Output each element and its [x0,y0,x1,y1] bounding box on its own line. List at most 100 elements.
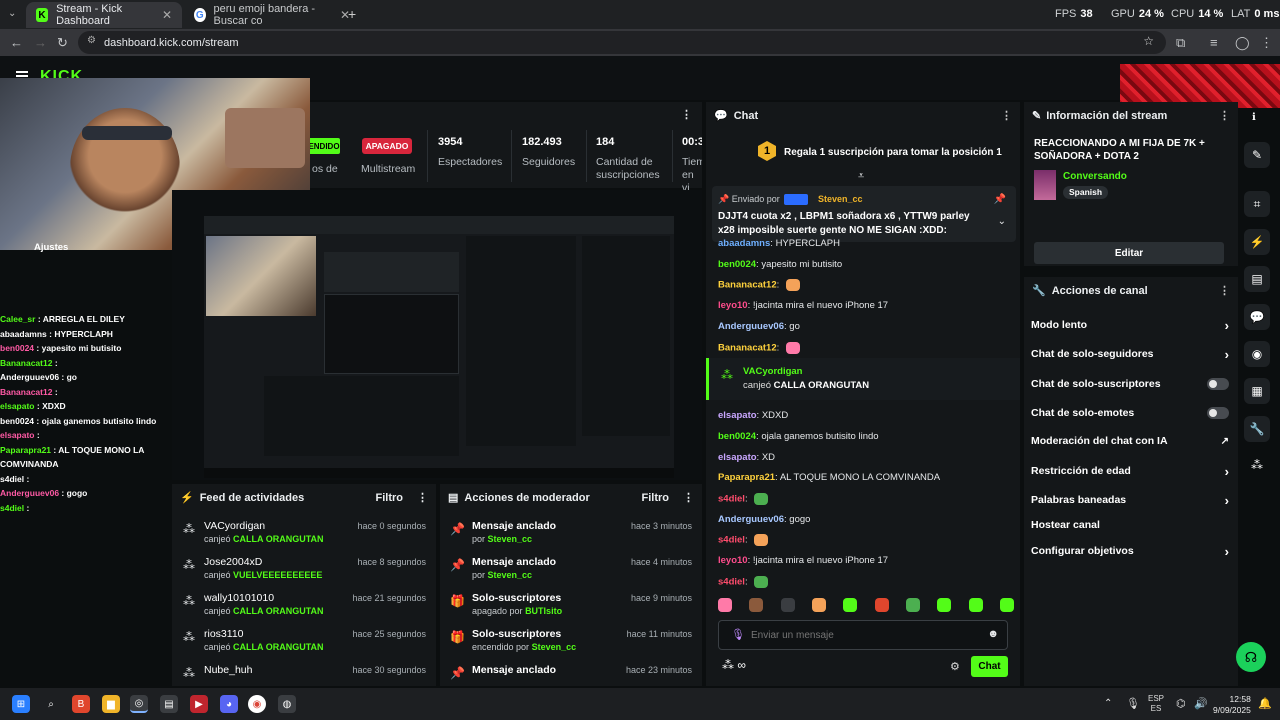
channel-action-row[interactable]: Hostear canal [1031,515,1229,535]
chat-username[interactable]: ben0024 [718,259,756,270]
activity-row[interactable]: ⁂ VACyordigan canjeó CALLA ORANGUTAN hace 0… [172,514,436,550]
chat-message[interactable]: Bananacat12: [718,279,800,291]
chat-message[interactable]: abaadamns: HYPERCLAPH [718,238,840,249]
mod-action-row[interactable]: 📌 Mensaje anclado por Steven_cc hace 3 minu… [440,514,702,550]
url-input[interactable]: ⚙ dashboard.kick.com/stream ☆ [78,31,1166,54]
chat-message[interactable]: s4diel: [718,576,769,588]
mic-icon[interactable]: 🎙 [731,628,745,641]
scan-icon[interactable]: ⌗ [1244,191,1270,217]
clipboard-icon[interactable]: ▤ [1244,266,1270,292]
forward-icon[interactable]: → [34,35,47,50]
support-headset-icon[interactable]: ☊ [1236,642,1266,672]
bolt-icon[interactable]: ⚡ [1244,229,1270,255]
tray-chevron-icon[interactable]: ⌃ [1104,698,1112,709]
stream-info-menu-icon[interactable]: ⋮ [1219,109,1230,122]
toggle-switch[interactable] [1207,378,1229,390]
emote-icon[interactable] [780,598,795,612]
emoji-picker-icon[interactable]: ☻ [987,628,999,640]
chat-message[interactable]: Anderguuev06: gogo [718,514,810,525]
volume-icon[interactable]: 🔊 [1194,697,1208,710]
bookmark-star-icon[interactable]: ☆ [1143,34,1154,48]
chat-username[interactable]: leyo10 [718,555,748,566]
toggle-switch[interactable] [1207,407,1229,419]
chat-username[interactable]: Anderguuev06 [718,514,784,525]
obs-icon[interactable]: ◎ [130,695,148,713]
channel-action-row[interactable]: Chat de solo-emotes [1031,403,1229,423]
windows-start-icon[interactable]: ⊞ [12,695,30,713]
emote-icon[interactable] [749,598,764,612]
emote-icon[interactable] [999,598,1014,612]
chat-input[interactable]: 🎙 ☻ [718,620,1008,650]
mod-menu-icon[interactable]: ⋮ [683,491,694,504]
stats-menu-icon[interactable]: ⋮ [681,108,692,121]
collapse-banner-icon[interactable]: ⩡ [858,170,864,183]
points-icon[interactable]: ⁂ [1251,458,1263,472]
emote-icon[interactable] [874,598,889,612]
network-icon[interactable]: ⌬ [1176,697,1186,710]
channel-action-row[interactable]: Chat de solo-suscriptores [1031,374,1229,394]
send-chat-button[interactable]: Chat [971,656,1008,677]
chat-message[interactable]: ben0024: yapesito mi butisito [718,259,842,270]
channel-action-row[interactable]: Restricción de edad › [1031,461,1229,481]
chat-username[interactable]: abaadamns [718,238,770,249]
extensions-icon[interactable]: ⧉ [1176,35,1185,51]
file-explorer-icon[interactable]: ▆ [102,695,120,713]
mod-action-row[interactable]: 📌 Mensaje anclado por Steven_cc hace 4 minu… [440,550,702,586]
chat-message[interactable]: leyo10: !jacinta mira el nuevo iPhone 17 [718,300,888,311]
chat-settings-icon[interactable]: ⚙ [950,660,960,673]
layout-icon[interactable]: ▦ [1244,378,1270,404]
chat-message[interactable]: s4diel: [718,493,769,505]
chrome-icon[interactable]: ◉ [248,695,266,713]
channel-action-row[interactable]: Configurar objetivos › [1031,541,1229,561]
chat-message[interactable]: leyo10: !jacinta mira el nuevo iPhone 17 [718,555,888,566]
info-icon[interactable]: ℹ [1252,112,1256,123]
unpin-icon[interactable]: 📌 [994,194,1006,205]
activity-menu-icon[interactable]: ⋮ [417,491,428,504]
reload-icon[interactable]: ↻ [57,35,68,51]
tab-google-search[interactable]: G peru emoji bandera - Buscar co ✕ [184,2,360,28]
expand-icon[interactable]: ⌄ [998,216,1006,227]
emote-icon[interactable] [718,598,732,612]
profile-icon[interactable]: ◯ [1235,35,1250,51]
new-tab-button[interactable]: + [348,6,356,22]
chat-message[interactable]: elsapato: XD [718,452,775,463]
app-icon[interactable]: ▤ [160,695,178,713]
chat-username[interactable]: elsapato [718,410,757,421]
emote-icon[interactable] [968,598,983,612]
site-info-icon[interactable]: ⚙ [87,35,96,46]
menu-icon[interactable]: ⋮ [1260,35,1273,51]
app2-icon[interactable]: ◍ [278,695,296,713]
clock[interactable]: 12:58 9/09/2025 [1213,694,1251,716]
chat-username[interactable]: s4diel [718,494,745,505]
chat-message[interactable]: Anderguuev06: go [718,321,800,332]
chat-message[interactable]: ben0024: ojala ganemos butisito lindo [718,431,879,442]
chat-menu-icon[interactable]: ⋮ [1001,109,1012,122]
chat-username[interactable]: Anderguuev06 [718,321,784,332]
search-icon[interactable]: ⌕ [42,695,60,713]
chat-sidebar-icon[interactable]: 💬 [1244,304,1270,330]
broadcast-icon[interactable]: ◉ [1244,341,1270,367]
emote-icon[interactable] [843,598,858,612]
chat-username[interactable]: s4diel [718,577,745,588]
mod-action-row[interactable]: 🎁 Solo-suscriptores encendido por Steven_c… [440,622,702,658]
discord-icon[interactable]: ◕ [220,695,238,713]
chat-message[interactable]: Paparapra21: AL TOQUE MONO LA COMVINANDA [718,472,940,483]
tab-kick-dashboard[interactable]: K Stream - Kick Dashboard ✕ [26,2,182,28]
chat-username[interactable]: leyo10 [718,300,748,311]
stream-preview[interactable] [172,190,702,480]
activity-row[interactable]: ⁂ rios3110 canjeó CALLA ORANGUTAN hace 25 s… [172,622,436,658]
tab-search-icon[interactable]: ⌄ [8,8,16,19]
chat-username[interactable]: Paparapra21 [718,472,775,483]
emote-icon[interactable] [811,598,826,612]
edit-stream-button[interactable]: Editar [1034,242,1224,264]
close-tab-icon[interactable]: ✕ [162,8,172,22]
chat-username[interactable]: Bananacat12 [718,343,777,354]
back-icon[interactable]: ← [10,35,23,50]
activity-row[interactable]: ⁂ Jose2004xD canjeó VUELVEEEEEEEEEE hace 8 … [172,550,436,586]
language-indicator[interactable]: ESP ES [1148,694,1164,714]
chat-message[interactable]: Bananacat12: [718,342,800,354]
category-name[interactable]: Conversando [1063,171,1127,182]
chat-username[interactable]: Bananacat12 [718,280,777,291]
chat-username[interactable]: ben0024 [718,431,756,442]
hamburger-menu-icon[interactable] [16,71,28,73]
